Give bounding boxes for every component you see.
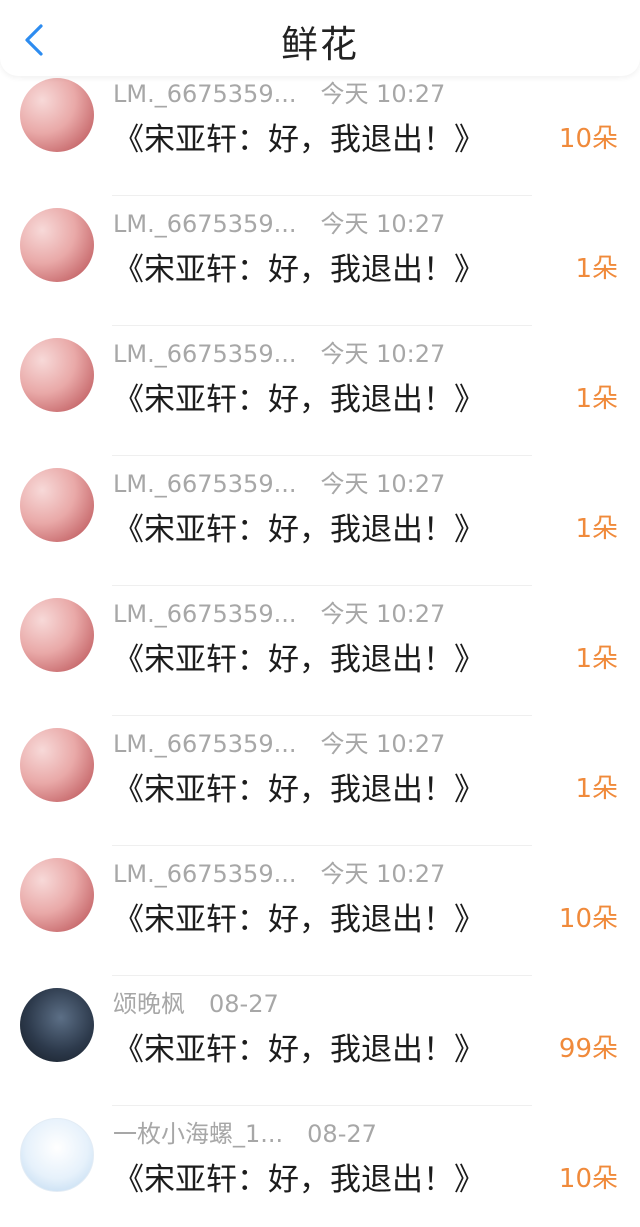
timestamp: 今天 10:27 (320, 860, 446, 888)
list-item[interactable]: LM._6675359... 今天 10:27 《宋亚轩：好，我退出！》 1朵 (0, 326, 640, 456)
username[interactable]: LM._6675359... (113, 210, 296, 238)
username[interactable]: LM._6675359... (113, 340, 296, 368)
item-meta: LM._6675359... 今天 10:27 (113, 724, 445, 759)
flower-count: 1朵 (575, 254, 618, 284)
item-meta: LM._6675359... 今天 10:27 (113, 74, 445, 109)
flower-count: 1朵 (575, 774, 618, 804)
timestamp: 今天 10:27 (320, 210, 446, 238)
list-item[interactable]: LM._6675359... 今天 10:27 《宋亚轩：好，我退出！》 1朵 (0, 586, 640, 716)
item-meta: LM._6675359... 今天 10:27 (113, 464, 445, 499)
avatar[interactable] (20, 728, 94, 802)
top-bar: 鲜花 (0, 0, 640, 76)
username[interactable]: LM._6675359... (113, 730, 296, 758)
list-item[interactable]: LM._6675359... 今天 10:27 《宋亚轩：好，我退出！》 10朵 (0, 846, 640, 976)
timestamp: 今天 10:27 (320, 730, 446, 758)
work-title[interactable]: 《宋亚轩：好，我退出！》 (113, 114, 485, 159)
work-title[interactable]: 《宋亚轩：好，我退出！》 (113, 244, 485, 289)
username[interactable]: LM._6675359... (113, 80, 296, 108)
flower-count: 1朵 (575, 514, 618, 544)
avatar[interactable] (20, 338, 94, 412)
page-title: 鲜花 (281, 23, 359, 66)
work-title[interactable]: 《宋亚轩：好，我退出！》 (113, 1024, 485, 1069)
flowers-page: 鲜花 LM._6675359... 今天 10:27 《宋亚轩：好，我退出！》 1… (0, 0, 640, 1227)
timestamp: 今天 10:27 (320, 80, 446, 108)
flower-count: 1朵 (575, 644, 618, 674)
flower-count: 10朵 (558, 1164, 618, 1194)
work-title[interactable]: 《宋亚轩：好，我退出！》 (113, 894, 485, 939)
work-title[interactable]: 《宋亚轩：好，我退出！》 (113, 504, 485, 549)
work-title[interactable]: 《宋亚轩：好，我退出！》 (113, 634, 485, 679)
timestamp: 今天 10:27 (320, 340, 446, 368)
timestamp: 08-27 (209, 990, 279, 1018)
flower-list: LM._6675359... 今天 10:27 《宋亚轩：好，我退出！》 10朵 … (0, 66, 640, 1227)
avatar[interactable] (20, 858, 94, 932)
timestamp: 今天 10:27 (320, 600, 446, 628)
avatar[interactable] (20, 598, 94, 672)
username[interactable]: LM._6675359... (113, 470, 296, 498)
work-title[interactable]: 《宋亚轩：好，我退出！》 (113, 1154, 485, 1199)
flower-count: 1朵 (575, 384, 618, 414)
item-meta: LM._6675359... 今天 10:27 (113, 854, 445, 889)
avatar[interactable] (20, 468, 94, 542)
flower-count: 10朵 (558, 124, 618, 154)
list-item[interactable]: LM._6675359... 今天 10:27 《宋亚轩：好，我退出！》 1朵 (0, 716, 640, 846)
list-item[interactable]: LM._6675359... 今天 10:27 《宋亚轩：好，我退出！》 1朵 (0, 196, 640, 326)
avatar[interactable] (20, 988, 94, 1062)
timestamp: 08-27 (307, 1120, 377, 1148)
username[interactable]: LM._6675359... (113, 600, 296, 628)
username[interactable]: 一枚小海螺_1... (113, 1120, 283, 1148)
item-meta: 一枚小海螺_1... 08-27 (113, 1114, 377, 1149)
flower-count: 10朵 (558, 904, 618, 934)
work-title[interactable]: 《宋亚轩：好，我退出！》 (113, 764, 485, 809)
list-item[interactable]: LM._6675359... 今天 10:27 《宋亚轩：好，我退出！》 10朵 (0, 66, 640, 196)
list-item[interactable]: 一枚小海螺_1... 08-27 《宋亚轩：好，我退出！》 10朵 (0, 1106, 640, 1227)
flower-count: 99朵 (558, 1034, 618, 1064)
item-meta: LM._6675359... 今天 10:27 (113, 594, 445, 629)
username[interactable]: 颂晚枫 (113, 990, 185, 1018)
work-title[interactable]: 《宋亚轩：好，我退出！》 (113, 374, 485, 419)
avatar[interactable] (20, 78, 94, 152)
item-meta: LM._6675359... 今天 10:27 (113, 204, 445, 239)
timestamp: 今天 10:27 (320, 470, 446, 498)
list-item[interactable]: LM._6675359... 今天 10:27 《宋亚轩：好，我退出！》 1朵 (0, 456, 640, 586)
item-meta: 颂晚枫 08-27 (113, 984, 279, 1019)
avatar[interactable] (20, 208, 94, 282)
list-item[interactable]: 颂晚枫 08-27 《宋亚轩：好，我退出！》 99朵 (0, 976, 640, 1106)
avatar[interactable] (20, 1118, 94, 1192)
item-meta: LM._6675359... 今天 10:27 (113, 334, 445, 369)
username[interactable]: LM._6675359... (113, 860, 296, 888)
